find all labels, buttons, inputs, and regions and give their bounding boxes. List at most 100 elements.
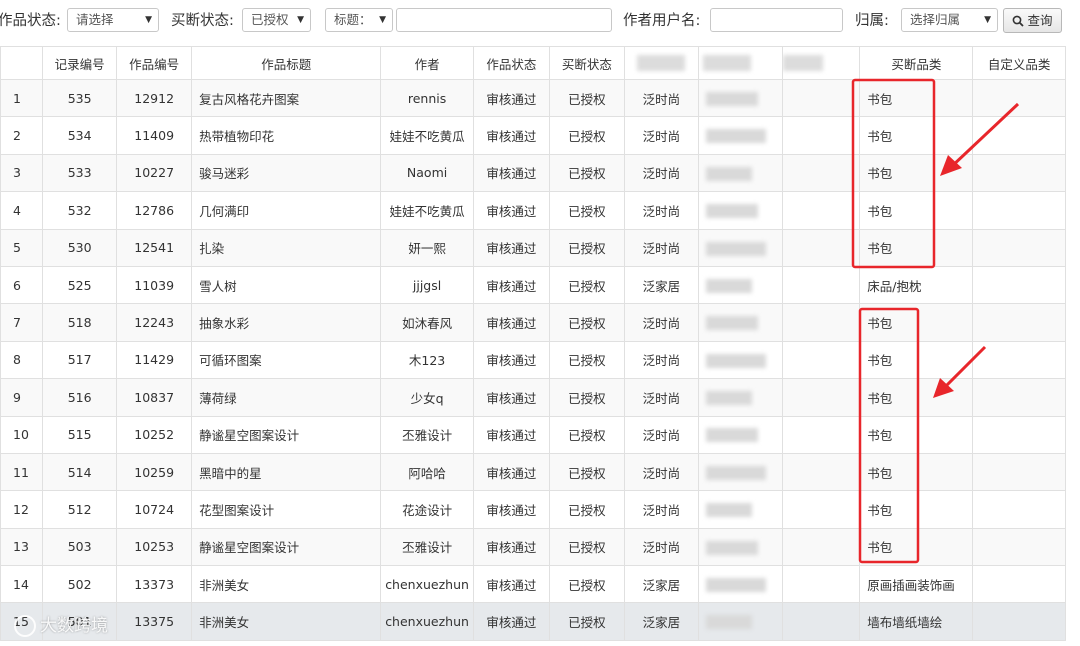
watermark-logo-icon	[14, 615, 36, 637]
cell-redacted-empty	[782, 602, 861, 641]
cell-buyout-category: 书包	[859, 303, 974, 342]
cell-redacted	[697, 303, 784, 342]
cell-redacted-empty	[782, 565, 861, 604]
header-work-status[interactable]: 作品状态	[472, 46, 550, 80]
redacted-text	[705, 241, 766, 256]
watermark: 大数跨境	[14, 611, 108, 637]
buyout-status-value: 已授权	[251, 12, 289, 27]
header-record-id[interactable]: 记录编号	[42, 46, 118, 80]
table-row[interactable]: 2 534 11409 热带植物印花 娃娃不吃黄瓜 审核通过 已授权 泛时尚 书包	[0, 116, 1066, 155]
cell-buyout-status: 已授权	[548, 602, 625, 641]
cell-redacted-empty	[782, 490, 861, 529]
cell-redacted-empty	[782, 415, 861, 454]
table-row[interactable]: 5 530 12541 扎染 妍一熙 审核通过 已授权 泛时尚 书包	[0, 228, 1066, 267]
redacted-text	[705, 615, 752, 630]
cell-work-title: 可循环图案	[191, 340, 382, 380]
belong-select[interactable]: 选择归属 ▼	[901, 8, 998, 32]
header-work-title[interactable]: 作品标题	[191, 46, 382, 80]
cell-work-title: 静谧星空图案设计	[191, 415, 382, 454]
redacted-header-text	[783, 55, 824, 72]
header-redacted-1	[623, 46, 699, 80]
cell-seq: 12	[0, 490, 44, 529]
table-row[interactable]: 11 514 10259 黑暗中的星 阿哈哈 审核通过 已授权 泛时尚 书包	[0, 452, 1066, 492]
cell-work-status: 审核通过	[472, 303, 550, 342]
header-work-id[interactable]: 作品编号	[116, 46, 193, 80]
table-row[interactable]: 4 532 12786 几何满印 娃娃不吃黄瓜 审核通过 已授权 泛时尚 书包	[0, 191, 1066, 230]
table-row[interactable]: 6 525 11039 雪人树 jjjgsl 审核通过 已授权 泛家居 床品/抱枕	[0, 265, 1066, 305]
header-author[interactable]: 作者	[380, 46, 474, 80]
cell-buyout-category: 书包	[859, 490, 974, 529]
cell-redacted	[697, 116, 784, 155]
author-username-label: 作者用户名:	[623, 13, 701, 29]
cell-buyout-category: 书包	[859, 191, 974, 230]
cell-custom-category	[972, 378, 1066, 417]
table-row[interactable]: 15 501 13375 非洲美女 chenxuezhun 审核通过 已授权 泛家居 墙布墙纸墙…	[0, 602, 1066, 641]
cell-seq: 10	[0, 415, 44, 454]
redacted-text	[705, 166, 752, 181]
redacted-header-text	[702, 55, 751, 72]
cell-belong: 泛时尚	[623, 116, 699, 155]
cell-work-id: 10724	[116, 490, 193, 529]
cell-redacted	[697, 602, 784, 641]
cell-work-title: 花型图案设计	[191, 490, 382, 529]
cell-author: 丕雅设计	[380, 415, 474, 454]
cell-work-id: 12912	[116, 78, 193, 118]
cell-redacted-empty	[782, 340, 861, 380]
table-row[interactable]: 8 517 11429 可循环图案 木123 审核通过 已授权 泛时尚 书包	[0, 340, 1066, 380]
title-field-value: 标题：	[334, 12, 372, 27]
header-buyout-category[interactable]: 买断品类	[859, 46, 974, 80]
cell-work-title: 非洲美女	[191, 565, 382, 604]
buyout-status-select[interactable]: 已授权 ▼	[242, 8, 311, 32]
table-row[interactable]: 12 512 10724 花型图案设计 花途设计 审核通过 已授权 泛时尚 书包	[0, 490, 1066, 529]
author-username-input[interactable]	[710, 8, 843, 32]
cell-buyout-category: 书包	[859, 228, 974, 267]
cell-belong: 泛时尚	[623, 153, 699, 193]
header-seq	[0, 46, 44, 80]
cell-redacted	[697, 191, 784, 230]
title-input[interactable]	[396, 8, 612, 32]
cell-record-id: 516	[42, 378, 118, 417]
cell-buyout-status: 已授权	[548, 490, 625, 529]
table-row[interactable]: 3 533 10227 骏马迷彩 Naomi 审核通过 已授权 泛时尚 书包	[0, 153, 1066, 193]
cell-work-id: 11429	[116, 340, 193, 380]
cell-work-title: 黑暗中的星	[191, 452, 382, 492]
cell-redacted-empty	[782, 116, 861, 155]
cell-author: jjjgsl	[380, 265, 474, 305]
cell-buyout-category: 书包	[859, 452, 974, 492]
cell-custom-category	[972, 527, 1066, 567]
cell-seq: 14	[0, 565, 44, 604]
search-button-label: 查询	[1027, 13, 1053, 28]
table-row[interactable]: 9 516 10837 薄荷绿 少女q 审核通过 已授权 泛时尚 书包	[0, 378, 1066, 417]
cell-work-id: 10837	[116, 378, 193, 417]
table-row[interactable]: 1 535 12912 复古风格花卉图案 rennis 审核通过 已授权 泛时尚 书包	[0, 78, 1066, 118]
table-row[interactable]: 14 502 13373 非洲美女 chenxuezhun 审核通过 已授权 泛家居 原画插画装…	[0, 565, 1066, 604]
cell-work-title: 骏马迷彩	[191, 153, 382, 193]
header-buyout-status[interactable]: 买断状态	[548, 46, 625, 80]
cell-buyout-status: 已授权	[548, 116, 625, 155]
cell-author: 如沐春风	[380, 303, 474, 342]
redacted-text	[705, 578, 766, 593]
filter-bar: 作品状态: 请选择 ▼ 买断状态: 已授权 ▼ 标题： ▼ 作者用户名: 归属:…	[0, 0, 1080, 44]
work-status-select[interactable]: 请选择 ▼	[67, 8, 159, 32]
cell-author: chenxuezhun	[380, 565, 474, 604]
cell-belong: 泛时尚	[623, 340, 699, 380]
cell-work-status: 审核通过	[472, 452, 550, 492]
cell-redacted	[697, 265, 784, 305]
table-row[interactable]: 13 503 10253 静谧星空图案设计 丕雅设计 审核通过 已授权 泛时尚 书包	[0, 527, 1066, 567]
cell-author: Naomi	[380, 153, 474, 193]
redacted-text	[705, 278, 752, 293]
cell-buyout-status: 已授权	[548, 153, 625, 193]
header-custom-category[interactable]: 自定义品类	[972, 46, 1066, 80]
cell-redacted-empty	[782, 153, 861, 193]
table-row[interactable]: 10 515 10252 静谧星空图案设计 丕雅设计 审核通过 已授权 泛时尚 书包	[0, 415, 1066, 454]
cell-record-id: 514	[42, 452, 118, 492]
title-field-select[interactable]: 标题： ▼	[325, 8, 393, 32]
caret-down-icon: ▼	[984, 15, 991, 25]
table-row[interactable]: 7 518 12243 抽象水彩 如沐春风 审核通过 已授权 泛时尚 书包	[0, 303, 1066, 342]
belong-value: 选择归属	[910, 12, 961, 27]
cell-buyout-status: 已授权	[548, 527, 625, 567]
search-button[interactable]: 查询	[1003, 8, 1062, 33]
cell-work-title: 几何满印	[191, 191, 382, 230]
search-icon	[1013, 15, 1025, 27]
work-status-label: 作品状态:	[0, 13, 61, 29]
